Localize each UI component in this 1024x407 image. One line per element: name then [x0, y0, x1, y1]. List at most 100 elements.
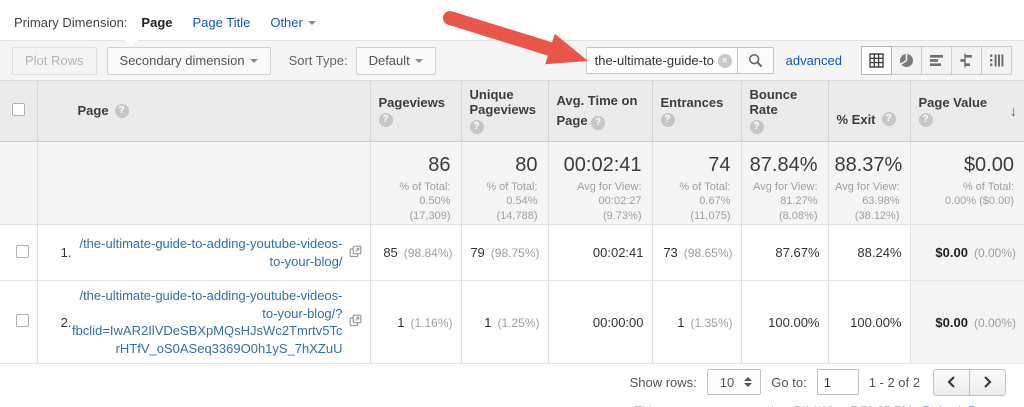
- secondary-dimension-label: Secondary dimension: [119, 53, 245, 68]
- chevron-right-icon: [984, 376, 992, 388]
- search-input[interactable]: [585, 47, 738, 74]
- page-link[interactable]: /the-ultimate-guide-to-adding-youtube-vi…: [72, 287, 343, 357]
- previous-page-button[interactable]: [933, 368, 970, 396]
- pageviews-cell: 85 (98.84%): [369, 224, 461, 282]
- toolbar-right-group: × advanced: [585, 46, 1012, 75]
- pct-exit-cell: 100.00%: [827, 280, 910, 365]
- dimension-page-title-link[interactable]: Page Title: [193, 15, 251, 30]
- help-icon[interactable]: ?: [918, 112, 933, 127]
- dimension-other-link[interactable]: Other: [270, 15, 316, 30]
- summary-subtext: % of Total: 0.67% (11,075): [679, 180, 731, 223]
- bounce-rate-cell: 87.67%: [740, 224, 828, 282]
- metric-percent: (0.00%): [973, 246, 1016, 261]
- comparison-view-icon[interactable]: [951, 46, 982, 75]
- column-header-avg-time[interactable]: Avg. Time on Page ?: [547, 81, 652, 142]
- unique-pageviews-cell: 1 (1.25%): [460, 280, 548, 365]
- summary-row: 86 % of Total: 0.50% (17,309) 80 % of To…: [0, 141, 1024, 226]
- page-cell: 1. /the-ultimate-guide-to-adding-youtube…: [36, 224, 370, 282]
- summary-bounce-rate: 87.84% Avg for View: 81.27% (8.08%): [740, 141, 828, 226]
- metric-value: 88.24%: [857, 245, 902, 261]
- column-header-bounce-rate[interactable]: Bounce Rate?: [740, 81, 828, 142]
- page-value-cell: $0.00 (0.00%): [909, 224, 1024, 282]
- column-header-pct-exit[interactable]: % Exit?: [827, 81, 910, 142]
- search-button[interactable]: [737, 47, 774, 74]
- summary-subtext: Avg for View: 81.27% (8.08%): [753, 180, 818, 223]
- percentage-view-icon[interactable]: [891, 46, 922, 75]
- metric-percent: (98.84%): [403, 246, 453, 261]
- metric-percent: (1.25%): [497, 315, 540, 330]
- row-checkbox-cell: [0, 224, 37, 282]
- summary-subtext: % of Total: 0.50% (17,309): [399, 180, 451, 223]
- help-icon[interactable]: ?: [660, 112, 675, 127]
- metric-value: 100.00%: [768, 314, 820, 330]
- column-header-pageviews[interactable]: Pageviews?: [369, 81, 461, 142]
- row-checkbox[interactable]: [15, 314, 29, 328]
- summary-value: 87.84%: [749, 153, 818, 176]
- summary-value: 74: [708, 153, 731, 176]
- help-icon[interactable]: ?: [378, 112, 393, 127]
- metric-percent: (1.35%): [690, 315, 733, 330]
- page-link[interactable]: /the-ultimate-guide-to-adding-youtube-vi…: [72, 235, 342, 270]
- help-icon[interactable]: ?: [114, 103, 129, 118]
- goto-page-input[interactable]: [816, 369, 859, 396]
- column-header-entrances[interactable]: Entrances?: [651, 81, 741, 142]
- column-header-unique-pageviews[interactable]: Unique Pageviews?: [460, 81, 548, 142]
- spinner-arrows-icon: [744, 377, 753, 388]
- selected-dimension-notch: [124, 40, 138, 47]
- summary-subtext: % of Total: 0.54% (14,788): [486, 180, 538, 223]
- secondary-dimension-dropdown[interactable]: Secondary dimension: [106, 46, 271, 75]
- report-generated-line: This report was generated on 5/14/19 at …: [0, 400, 1024, 407]
- column-label: Entrances: [660, 94, 724, 110]
- entrances-cell: 73 (98.65%): [651, 224, 741, 282]
- plot-rows-button[interactable]: Plot Rows: [12, 46, 97, 75]
- data-table-view-icon[interactable]: [861, 46, 892, 75]
- row-checkbox[interactable]: [15, 244, 29, 258]
- table-header-row: Page? Pageviews? Unique Pageviews? Avg. …: [0, 81, 1024, 142]
- metric-value: 00:00:00: [592, 314, 644, 330]
- dimension-page-selected[interactable]: Page: [141, 15, 172, 30]
- clear-search-icon[interactable]: ×: [717, 53, 732, 68]
- help-icon[interactable]: ?: [591, 115, 606, 130]
- show-rows-value: 10: [719, 374, 735, 390]
- magnifier-icon: [748, 53, 762, 68]
- next-page-button[interactable]: [969, 368, 1006, 396]
- advanced-search-link[interactable]: advanced: [786, 53, 842, 68]
- help-icon[interactable]: ?: [469, 120, 484, 135]
- metric-value: 1: [397, 314, 405, 330]
- avg-time-cell: 00:02:41: [547, 224, 652, 282]
- pivot-view-icon[interactable]: [981, 46, 1012, 75]
- select-all-checkbox[interactable]: [11, 102, 25, 116]
- show-rows-label: Show rows:: [629, 374, 697, 390]
- view-switcher: [861, 46, 1012, 75]
- column-header-page[interactable]: Page?: [36, 81, 370, 142]
- help-icon[interactable]: ?: [881, 112, 896, 126]
- summary-subtext: % of Total: 0.00% ($0.00): [944, 180, 1014, 208]
- column-header-page-value[interactable]: Page Value? ↓: [909, 81, 1024, 142]
- dimension-other-label[interactable]: Other: [270, 15, 303, 30]
- row-range: 1 - 2 of 2: [868, 374, 920, 390]
- sort-type-value: Default: [368, 53, 410, 68]
- summary-value: 86: [428, 153, 451, 176]
- open-page-icon[interactable]: [349, 314, 362, 330]
- performance-view-icon[interactable]: [921, 46, 952, 75]
- pagination-buttons: [933, 368, 1006, 396]
- row-index: 2.: [60, 314, 72, 330]
- metric-percent: (98.65%): [683, 246, 733, 261]
- unique-pageviews-cell: 79 (98.75%): [460, 224, 548, 282]
- open-page-icon[interactable]: [349, 245, 362, 261]
- summary-page-value: $0.00 % of Total: 0.00% ($0.00): [909, 141, 1024, 226]
- sort-descending-icon[interactable]: ↓: [1010, 103, 1018, 120]
- column-label: % Exit: [836, 111, 876, 127]
- sort-type-label: Sort Type:: [288, 53, 348, 68]
- chevron-down-icon: [414, 58, 423, 63]
- metric-value: 79: [470, 245, 485, 261]
- pageviews-cell: 1 (1.16%): [369, 280, 461, 365]
- entrances-cell: 1 (1.35%): [651, 280, 741, 365]
- column-label: Unique Pageviews: [469, 87, 537, 118]
- pages-report-table: Page? Pageviews? Unique Pageviews? Avg. …: [0, 81, 1024, 365]
- show-rows-select[interactable]: 10: [706, 369, 762, 396]
- sort-type-dropdown[interactable]: Default: [355, 46, 436, 75]
- summary-pageviews: 86 % of Total: 0.50% (17,309): [369, 141, 461, 226]
- help-icon[interactable]: ?: [749, 120, 764, 135]
- chevron-down-icon: [249, 58, 258, 63]
